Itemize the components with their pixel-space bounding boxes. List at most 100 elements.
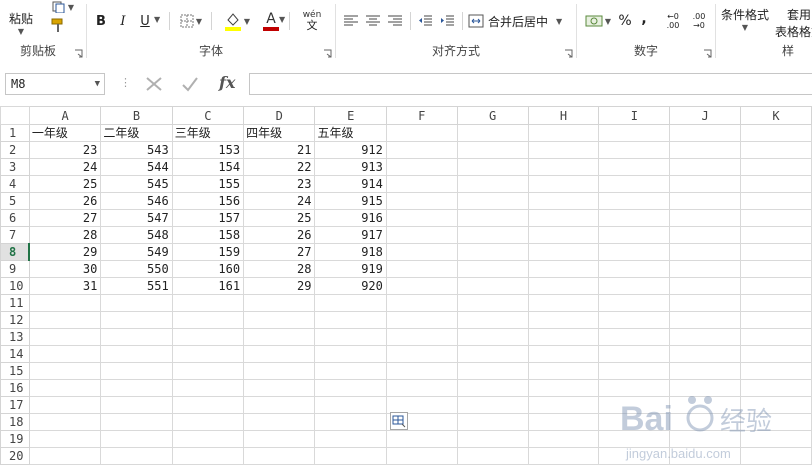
cell-k6[interactable] (740, 209, 812, 227)
cell-d2[interactable]: 21 (243, 141, 316, 159)
cell-h5[interactable] (527, 192, 600, 210)
cell-d12[interactable] (243, 311, 316, 329)
cell-f9[interactable] (385, 260, 458, 278)
cell-c9[interactable]: 160 (171, 260, 245, 278)
column-header-e[interactable]: E (314, 106, 387, 125)
cell-b4[interactable]: 545 (100, 175, 173, 193)
cell-c10[interactable]: 161 (171, 277, 245, 295)
cell-k5[interactable] (740, 192, 812, 210)
cancel-icon[interactable] (145, 76, 163, 92)
row-header[interactable]: 10 (0, 277, 30, 295)
cell-h12[interactable] (527, 311, 600, 329)
cell-c6[interactable]: 157 (171, 209, 245, 227)
insert-function-button[interactable]: fx (219, 73, 235, 92)
cell-b10[interactable]: 551 (100, 277, 173, 295)
row-header[interactable]: 19 (0, 430, 30, 448)
format-painter-button[interactable] (48, 16, 68, 34)
cell-c3[interactable]: 154 (171, 158, 245, 176)
cell-d7[interactable]: 26 (243, 226, 316, 244)
row-header[interactable]: 8 (0, 243, 31, 261)
cell-h2[interactable] (527, 141, 600, 159)
dialog-launcher-icon[interactable] (74, 49, 83, 58)
cell-c14[interactable] (171, 345, 245, 363)
cell-i9[interactable] (598, 260, 671, 278)
cell-b5[interactable]: 546 (100, 192, 173, 210)
row-header[interactable]: 6 (0, 209, 30, 227)
cell-i4[interactable] (598, 175, 671, 193)
cell-h1[interactable] (527, 124, 600, 142)
cell-f1[interactable] (385, 124, 458, 142)
cell-k7[interactable] (740, 226, 812, 244)
cell-g1[interactable] (456, 124, 529, 142)
borders-button[interactable]: ▼ (177, 12, 205, 30)
cell-f5[interactable] (385, 192, 458, 210)
quick-analysis-button[interactable] (390, 412, 408, 430)
column-header-c[interactable]: C (171, 106, 245, 125)
row-header[interactable]: 1 (0, 124, 30, 142)
increase-decimal-button[interactable]: ←0 .00 (661, 10, 685, 32)
cell-e3[interactable]: 913 (314, 158, 387, 176)
cell-f7[interactable] (385, 226, 458, 244)
cell-k2[interactable] (740, 141, 812, 159)
decrease-indent-button[interactable] (416, 12, 434, 30)
cell-e20[interactable] (314, 447, 387, 465)
cell-f8[interactable] (385, 243, 458, 261)
cell-e12[interactable] (314, 311, 387, 329)
cell-j5[interactable] (669, 192, 742, 210)
cell-f13[interactable] (385, 328, 458, 346)
cell-d17[interactable] (243, 396, 316, 414)
cell-h7[interactable] (527, 226, 600, 244)
cell-f2[interactable] (385, 141, 458, 159)
percent-button[interactable]: % (617, 10, 633, 32)
cell-i6[interactable] (598, 209, 671, 227)
cell-j4[interactable] (669, 175, 742, 193)
cell-g3[interactable] (456, 158, 529, 176)
row-header[interactable]: 16 (0, 379, 30, 397)
cell-k4[interactable] (740, 175, 812, 193)
cell-a19[interactable] (28, 430, 102, 448)
format-as-table-button[interactable]: 套用 表格格式 (774, 0, 812, 40)
cell-a4[interactable]: 25 (28, 175, 102, 193)
column-header-j[interactable]: J (669, 106, 742, 125)
cell-b8[interactable]: 549 (100, 243, 173, 261)
cell-a15[interactable] (28, 362, 102, 380)
cell-i2[interactable] (598, 141, 671, 159)
formula-bar-grip-icon[interactable]: ⋮ (120, 76, 131, 89)
cell-b13[interactable] (100, 328, 173, 346)
cell-k10[interactable] (740, 277, 812, 295)
cell-c20[interactable] (171, 447, 245, 465)
cell-c17[interactable] (171, 396, 245, 414)
cell-g8[interactable] (456, 243, 529, 261)
row-header[interactable]: 14 (0, 345, 30, 363)
cell-h11[interactable] (527, 294, 600, 312)
cell-k15[interactable] (740, 362, 812, 380)
cell-g17[interactable] (456, 396, 529, 414)
cell-c18[interactable] (171, 413, 245, 431)
cell-e1[interactable]: 五年级 (314, 124, 387, 142)
conditional-format-button[interactable]: 条件格式 ▼ (716, 0, 774, 40)
cell-e5[interactable]: 915 (314, 192, 387, 210)
cell-f6[interactable] (385, 209, 458, 227)
enter-icon[interactable] (181, 76, 199, 92)
row-header[interactable]: 18 (0, 413, 30, 431)
cell-k11[interactable] (740, 294, 812, 312)
column-header-a[interactable]: A (28, 106, 102, 125)
cell-d15[interactable] (243, 362, 316, 380)
cell-a6[interactable]: 27 (28, 209, 102, 227)
cell-k9[interactable] (740, 260, 812, 278)
cell-h9[interactable] (527, 260, 600, 278)
cell-a18[interactable] (28, 413, 102, 431)
cell-j3[interactable] (669, 158, 742, 176)
cell-g7[interactable] (456, 226, 529, 244)
cell-i3[interactable] (598, 158, 671, 176)
cell-g11[interactable] (456, 294, 529, 312)
fill-color-button[interactable]: ▼ (221, 10, 253, 32)
cell-i14[interactable] (598, 345, 671, 363)
cell-a17[interactable] (28, 396, 102, 414)
cell-g10[interactable] (456, 277, 529, 295)
cell-f3[interactable] (385, 158, 458, 176)
cell-e4[interactable]: 914 (314, 175, 387, 193)
cell-h6[interactable] (527, 209, 600, 227)
cell-d20[interactable] (243, 447, 316, 465)
cell-f11[interactable] (385, 294, 458, 312)
